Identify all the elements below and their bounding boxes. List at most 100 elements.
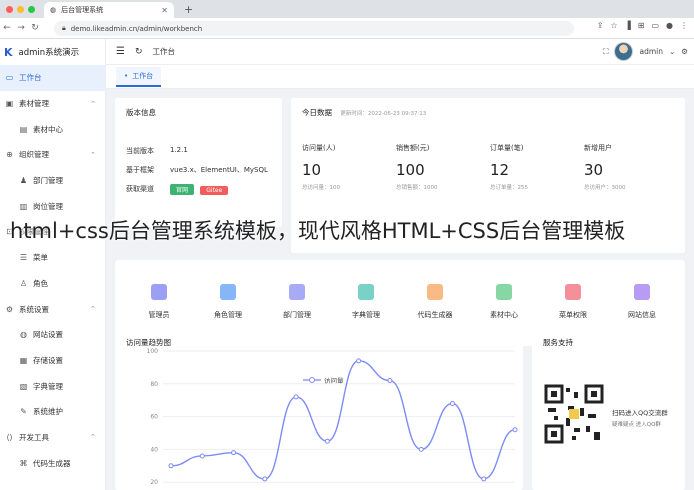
chevron-up-icon[interactable]: ⌃ (90, 305, 96, 313)
back-icon[interactable]: ← (0, 23, 14, 33)
stat-label: 新增用户 (584, 144, 612, 152)
sidebar-item-label: 组织管理 (19, 150, 49, 160)
tab-workbench[interactable]: • 工作台 (116, 67, 162, 87)
quick-menu-label: 素材中心 (490, 311, 518, 319)
sidebar-item-label: 素材中心 (33, 124, 63, 134)
fullscreen-icon[interactable]: ⛶ (603, 47, 608, 57)
sidebar-item-label: 网站设置 (33, 330, 63, 340)
quick-menu-icon (496, 284, 512, 300)
sidebar-item[interactable]: ⌘ 代码生成器 (0, 450, 105, 476)
avatar[interactable] (614, 42, 634, 61)
app-title: admin系统演示 (18, 48, 80, 58)
chevron-up-icon[interactable]: ⌃ (90, 433, 96, 441)
sidebar-item[interactable]: ▭ 工作台 (0, 65, 105, 91)
sidebar-item[interactable]: ▥ 岗位管理 (0, 193, 105, 219)
stat-label: 销售额(元) (396, 144, 430, 152)
quick-menu-item[interactable]: 角色管理 (198, 284, 258, 320)
data-point[interactable] (324, 438, 330, 444)
role-icon: ♙ (19, 278, 28, 288)
stat-value: 12 (490, 161, 510, 179)
y-tick-label: 60 (150, 414, 158, 421)
close-window-icon[interactable] (6, 6, 13, 13)
picture-icon: ▣ (5, 99, 14, 109)
qq-group-text: 扫码进入QQ交流群 (612, 409, 668, 417)
sidebar-item[interactable]: ◍ 网站设置 (0, 322, 105, 348)
lock-icon: 🔒︎ (62, 24, 66, 32)
refresh-icon[interactable]: ↻ (135, 47, 143, 57)
reload-icon[interactable]: ↻ (28, 23, 42, 33)
quick-menu-label: 管理员 (148, 311, 170, 319)
minimize-window-icon[interactable] (17, 6, 24, 13)
data-point[interactable] (231, 450, 237, 456)
sidebar-item[interactable]: ☰ 菜单 (0, 245, 105, 271)
sidebar-item[interactable]: ♟ 部门管理 (0, 168, 105, 194)
chevron-down-icon[interactable]: ⌄ (669, 47, 675, 56)
close-icon[interactable]: ✕ (161, 6, 168, 15)
quick-menu-item[interactable]: 部门管理 (267, 284, 327, 320)
official-site-button[interactable]: 官网 (170, 184, 195, 195)
share-icon[interactable]: ⇪ (597, 21, 604, 30)
data-point[interactable] (512, 427, 518, 433)
url-text: demo.likeadmin.cn/admin/workbench (70, 24, 203, 33)
quick-menu-icon (289, 284, 305, 300)
framework-value: vue3.x、ElementUI、MySQL (170, 166, 268, 174)
data-point[interactable] (481, 476, 487, 482)
sidebar-item-label: 菜单 (33, 253, 48, 263)
sidebar-item[interactable]: ⟨⟩ 开发工具 ⌃ (0, 425, 105, 451)
star-icon[interactable]: ☆ (610, 21, 617, 30)
breadcrumb[interactable]: 工作台 (153, 46, 176, 57)
stat-value: 100 (396, 161, 425, 179)
quick-menu-item[interactable]: 网站信息 (612, 284, 672, 320)
stat-label: 订单量(笔) (490, 144, 524, 152)
browser-tab-strip: ◍ 后台管理系统 ✕ + (0, 0, 694, 18)
menu-toggle-icon[interactable]: ☰ (116, 46, 125, 57)
sidebar-item[interactable]: ✎ 系统维护 (0, 399, 105, 425)
sidebar-item[interactable]: ▧ 字典管理 (0, 373, 105, 399)
data-point[interactable] (293, 394, 299, 400)
data-point[interactable] (418, 446, 424, 452)
new-tab-icon[interactable]: + (184, 3, 193, 16)
briefcase-icon: ▥ (19, 201, 28, 211)
quick-menu-label: 代码生成器 (417, 311, 453, 319)
data-point[interactable] (199, 453, 205, 459)
sidebar-item[interactable]: ▣ 素材管理 ⌃ (0, 91, 105, 117)
extensions-icon[interactable]: ⊞ (638, 21, 645, 30)
sidebar-item-label: 开发工具 (19, 432, 49, 442)
sidebar-item[interactable]: ⊕ 组织管理 ⌃ (0, 142, 105, 168)
quick-menu-item[interactable]: 素材中心 (474, 284, 534, 320)
forward-icon[interactable]: → (14, 23, 28, 33)
maximize-window-icon[interactable] (28, 6, 35, 13)
chevron-up-icon[interactable]: ⌃ (90, 151, 96, 159)
profile-icon[interactable]: ● (666, 21, 673, 30)
browser-tab[interactable]: ◍ 后台管理系统 ✕ (44, 2, 174, 18)
y-tick-label: 100 (147, 348, 159, 355)
quick-menu-item[interactable]: 菜单权限 (543, 284, 603, 320)
quick-menu-icon (220, 284, 236, 300)
data-point[interactable] (262, 476, 268, 482)
settings-icon[interactable]: ⚙ (681, 47, 688, 56)
sidebar-item[interactable]: ⚙ 系统设置 ⌃ (0, 296, 105, 322)
address-bar-row: ← → ↻ 🔒︎ demo.likeadmin.cn/admin/workben… (0, 18, 694, 39)
sidebar-item[interactable]: ▤ 素材中心 (0, 116, 105, 142)
sidebar-item-label: 系统维护 (33, 407, 63, 417)
data-point[interactable] (168, 463, 174, 469)
quick-menu-item[interactable]: 代码生成器 (405, 284, 465, 320)
reader-icon[interactable]: ▐ (625, 21, 631, 30)
browser-menu-icon[interactable]: ⋮ (680, 21, 688, 30)
data-point[interactable] (356, 358, 362, 364)
stat-orders: 订单量(笔) 12 总订单量：255 (490, 143, 580, 191)
user-name[interactable]: admin (639, 47, 663, 56)
sidebar-item-label: 部门管理 (33, 176, 63, 186)
monitor-icon: ▭ (5, 73, 14, 83)
sidebar-item[interactable]: ♙ 角色 (0, 271, 105, 297)
url-input[interactable]: 🔒︎ demo.likeadmin.cn/admin/workbench (54, 21, 574, 36)
sidebar-item[interactable]: ▦ 存储设置 (0, 348, 105, 374)
data-point[interactable] (387, 378, 393, 384)
data-point[interactable] (449, 400, 455, 406)
quick-menu-item[interactable]: 管理员 (129, 284, 189, 320)
version-card: 版本信息 当前版本 1.2.1 基于框架 vue3.x、ElementUI、My… (115, 98, 282, 227)
gitee-button[interactable]: Gitee (200, 186, 229, 195)
window-icon[interactable]: ▭ (651, 21, 659, 30)
chevron-up-icon[interactable]: ⌃ (90, 100, 96, 108)
quick-menu-item[interactable]: 字典管理 (336, 284, 396, 320)
